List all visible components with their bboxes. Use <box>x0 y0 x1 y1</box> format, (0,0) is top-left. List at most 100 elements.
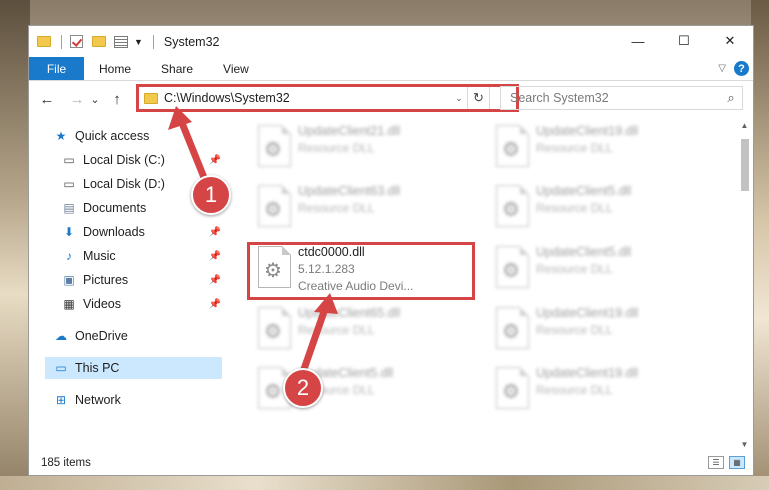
sidebar-item-downloads[interactable]: ⬇ Downloads 📌 <box>61 221 221 243</box>
tab-home[interactable]: Home <box>84 57 146 80</box>
tab-view[interactable]: View <box>208 57 264 80</box>
new-folder-icon[interactable] <box>92 34 108 50</box>
view-switcher: ☰ ▦ <box>708 456 745 469</box>
search-input[interactable] <box>510 91 720 105</box>
network-icon: ⊞ <box>55 393 67 407</box>
sidebar-item-music[interactable]: ♪ Music 📌 <box>61 245 221 267</box>
details-view-icon[interactable]: ☰ <box>708 456 724 469</box>
gear-icon: ⚙ <box>264 139 282 161</box>
file-item[interactable]: ⚙ UpdateClient5.dll Resource DLL <box>248 364 478 424</box>
sidebar-item-label: Pictures <box>83 273 129 287</box>
file-name: UpdateClient65.dll <box>298 306 401 320</box>
folder-icon[interactable] <box>37 34 53 50</box>
sidebar-item-videos[interactable]: ▦ Videos 📌 <box>61 293 221 315</box>
back-button[interactable]: ← <box>36 91 58 108</box>
pin-icon[interactable]: 📌 <box>209 155 221 166</box>
title-separator <box>61 34 62 49</box>
sidebar-item-label: Quick access <box>75 129 150 143</box>
file-explorer-window: ▼ System32 — ☐ ✕ File Home Share View ▽ … <box>28 25 754 476</box>
gear-icon: ⚙ <box>502 321 520 343</box>
pin-icon[interactable]: 📌 <box>209 275 221 286</box>
forward-button[interactable]: → <box>66 91 88 108</box>
computer-icon: ▭ <box>55 361 67 375</box>
pin-icon[interactable]: 📌 <box>209 251 221 262</box>
file-item[interactable]: ⚙ UpdateClient5.dll Resource DLL <box>486 182 716 242</box>
sidebar-item-onedrive[interactable]: ☁ OneDrive <box>53 325 213 347</box>
pin-icon[interactable]: 📌 <box>209 227 221 238</box>
pictures-icon: ▣ <box>63 273 75 287</box>
sidebar-item-quick-access[interactable]: ★ Quick access <box>53 125 213 147</box>
sidebar-item-label: Local Disk (C:) <box>83 153 165 167</box>
file-item[interactable]: ⚙ UpdateClient5.dll Resource DLL <box>486 243 716 303</box>
file-item[interactable]: ⚙ UpdateClient19.dll Resource DLL <box>486 364 716 424</box>
sidebar-item-network[interactable]: ⊞ Network <box>53 389 213 411</box>
scroll-up-icon[interactable]: ▲ <box>736 117 753 134</box>
up-button[interactable]: ↑ <box>106 91 128 108</box>
status-bar: 185 items ☰ ▦ <box>29 451 753 475</box>
customize-toolbar-chevron-icon[interactable]: ▼ <box>134 37 143 47</box>
ribbon-tabs: File Home Share View ▽ ? <box>29 57 753 81</box>
title-separator <box>152 34 154 49</box>
view-properties-icon[interactable] <box>114 34 130 50</box>
recent-locations-button[interactable]: ⌄ <box>88 93 102 106</box>
navigation-pane: ★ Quick access ▭ Local Disk (C:) 📌 ▭ Loc… <box>29 122 222 452</box>
desktop-background-bottom <box>0 476 769 490</box>
sidebar-item-pictures[interactable]: ▣ Pictures 📌 <box>61 269 221 291</box>
search-box[interactable]: ⌕ <box>500 86 743 110</box>
search-icon[interactable]: ⌕ <box>720 90 742 106</box>
file-item[interactable]: ⚙ UpdateClient65.dll Resource DLL <box>248 304 478 364</box>
file-name: UpdateClient19.dll <box>536 306 639 320</box>
minimize-button[interactable]: — <box>615 26 661 56</box>
vertical-scrollbar[interactable]: ▲ ▼ <box>736 117 753 453</box>
expand-ribbon-chevron-icon[interactable]: ▽ <box>718 63 726 74</box>
step-badge-1: 1 <box>191 175 231 215</box>
file-name: UpdateClient5.dll <box>536 245 632 259</box>
cloud-icon: ☁ <box>55 329 67 343</box>
close-button[interactable]: ✕ <box>707 26 753 56</box>
file-description: Resource DLL <box>298 201 375 215</box>
sidebar-item-label: This PC <box>75 361 120 375</box>
window-title: System32 <box>163 34 220 49</box>
gear-icon: ⚙ <box>264 199 282 221</box>
tiles-view-icon[interactable]: ▦ <box>729 456 745 469</box>
file-item[interactable]: ⚙ UpdateClient19.dll Resource DLL <box>486 304 716 364</box>
step-badge-2: 2 <box>283 368 323 408</box>
sidebar-item-label: Downloads <box>83 225 145 239</box>
file-highlight-box <box>247 242 475 300</box>
maximize-button[interactable]: ☐ <box>661 26 707 56</box>
file-name: UpdateClient19.dll <box>536 366 639 380</box>
music-icon: ♪ <box>66 249 72 263</box>
sidebar-item-local-disk-c[interactable]: ▭ Local Disk (C:) 📌 <box>61 149 221 171</box>
title-bar: ▼ System32 — ☐ ✕ <box>29 26 753 57</box>
file-description: Resource DLL <box>536 201 613 215</box>
file-name: UpdateClient19.dll <box>536 124 639 138</box>
drive-icon: ▭ <box>63 153 75 167</box>
file-item[interactable]: ⚙ UpdateClient21.dll Resource DLL <box>248 122 478 182</box>
item-count: 185 items <box>41 457 91 469</box>
file-item[interactable]: ⚙ UpdateClient63.dll Resource DLL <box>248 182 478 242</box>
gear-icon: ⚙ <box>502 139 520 161</box>
navigation-bar: ← → ⌄ ↑ C:\Windows\System32 ⌄ ↻ ⌕ <box>29 82 753 116</box>
pin-icon[interactable]: 📌 <box>209 299 221 310</box>
gear-icon: ⚙ <box>264 321 282 343</box>
sidebar-item-label: Documents <box>83 201 147 215</box>
documents-icon: ▤ <box>63 201 75 215</box>
sidebar-item-label: Videos <box>83 297 121 311</box>
window-controls: — ☐ ✕ <box>615 26 753 56</box>
desktop-background-left <box>0 0 30 490</box>
sidebar-item-label: Network <box>75 393 121 407</box>
file-name: UpdateClient5.dll <box>536 184 632 198</box>
properties-check-icon[interactable] <box>70 34 86 50</box>
file-item[interactable]: ⚙ UpdateClient19.dll Resource DLL <box>486 122 716 182</box>
file-description: Resource DLL <box>298 323 375 337</box>
tab-file[interactable]: File <box>29 57 84 80</box>
scroll-thumb[interactable] <box>741 139 749 191</box>
help-icon[interactable]: ? <box>734 61 749 76</box>
file-description: Resource DLL <box>536 141 613 155</box>
star-icon: ★ <box>55 129 67 143</box>
sidebar-item-this-pc[interactable]: ▭ This PC <box>45 357 222 379</box>
gear-icon: ⚙ <box>502 381 520 403</box>
file-name: UpdateClient21.dll <box>298 124 401 138</box>
sidebar-item-label: Local Disk (D:) <box>83 177 165 191</box>
tab-share[interactable]: Share <box>146 57 208 80</box>
